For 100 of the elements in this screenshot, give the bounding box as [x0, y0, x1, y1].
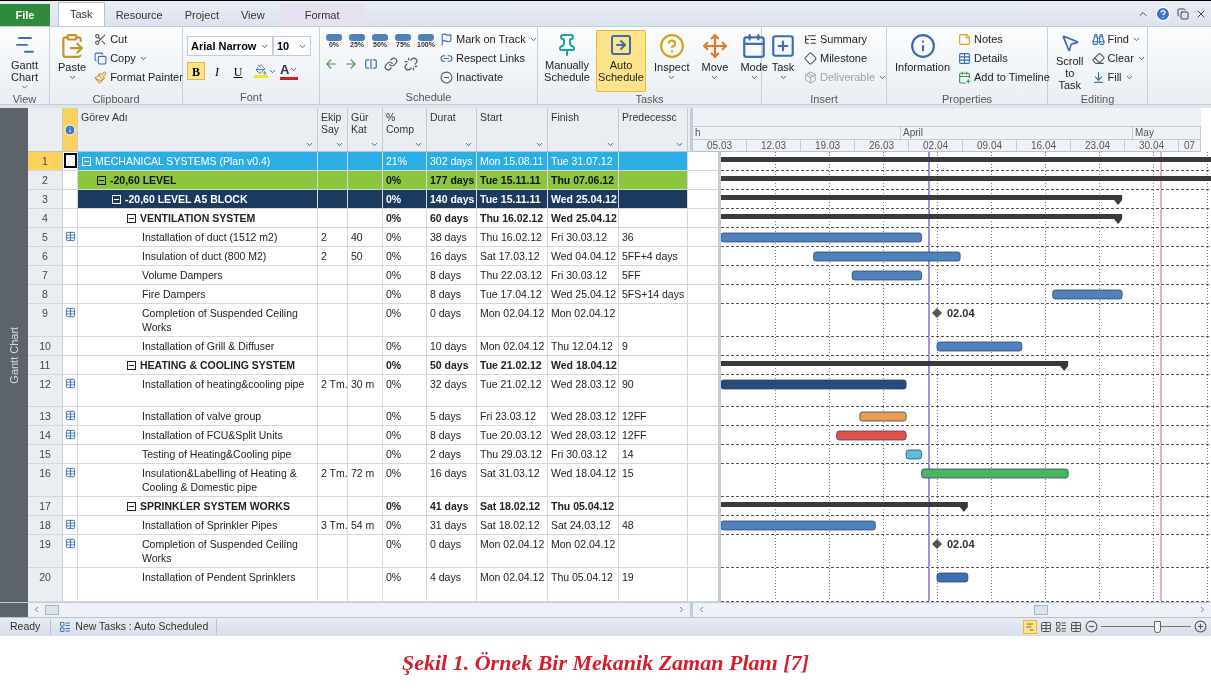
new-tasks-mode-button[interactable]: New Tasks : Auto Scheduled: [51, 618, 218, 635]
table-cell-text: 48: [622, 518, 635, 532]
scroll-to-task-button[interactable]: Scroll to Task: [1052, 30, 1088, 93]
table-cell-text: 0%: [386, 268, 403, 282]
column-header[interactable]: Finish: [548, 108, 619, 151]
schedule-mode-button[interactable]: Manually Schedule: [542, 30, 592, 93]
mode-button[interactable]: Mode: [736, 30, 772, 93]
ribbon-tab[interactable]: Task: [58, 2, 105, 27]
row-number[interactable]: 10: [28, 337, 63, 355]
ribbon-tab[interactable]: Project: [173, 4, 230, 27]
find-button[interactable]: Find: [1091, 30, 1146, 50]
paste-button[interactable]: Paste: [54, 30, 91, 93]
text-style-button[interactable]: B: [187, 62, 205, 81]
font-size-dropdown[interactable]: 10: [273, 36, 311, 57]
table-cell: Wed 28.03.12: [551, 377, 615, 391]
week-label: 07: [1179, 140, 1201, 151]
table-cell-text: 40: [351, 230, 364, 244]
inactivate-button[interactable]: Inactivate: [440, 68, 538, 88]
font-family-dropdown[interactable]: Arial Narrow: [187, 36, 273, 57]
fill-button[interactable]: Fill: [1091, 68, 1146, 88]
table-cell-text: 0%: [386, 428, 403, 442]
insert-item-button[interactable]: Summary: [804, 30, 888, 50]
table-cell-text: 10 days: [430, 339, 468, 353]
view-side-tab[interactable]: Gantt Chart: [5, 326, 23, 384]
table-cell-text: 50 days: [430, 358, 470, 372]
details-button[interactable]: Details: [958, 49, 1050, 69]
mark-on-track-button[interactable]: Mark on Track: [440, 30, 538, 50]
font-color-button[interactable]: A: [280, 62, 299, 80]
table-cell: Wed 04.04.12: [551, 249, 615, 263]
table-cell: 140 days: [430, 192, 473, 206]
task-name: Installation of valve group: [142, 409, 262, 423]
row-number[interactable]: 8: [28, 285, 63, 303]
table-cell: Wed 25.04.12: [551, 211, 615, 225]
row-number[interactable]: 6: [28, 247, 63, 265]
cut-button[interactable]: Cut: [94, 30, 183, 50]
row-number[interactable]: 9: [28, 304, 63, 336]
table-cell-text: 30 m: [351, 377, 376, 391]
week-label: 16.04: [1017, 140, 1071, 151]
copy-button[interactable]: Copy: [94, 49, 183, 69]
row-number[interactable]: 20: [28, 568, 63, 601]
task-name: Completion of Suspended Ceiling Works: [142, 306, 299, 334]
column-header[interactable]: Gür Kat: [348, 108, 383, 151]
task-name: Insulation&Labelling of Heating & Cooling & Domestic pipe: [142, 466, 298, 494]
respect-links-button[interactable]: Respect Links: [440, 49, 538, 69]
table-cell-text: 0%: [386, 249, 403, 263]
row-number[interactable]: 18: [28, 516, 63, 534]
row-number[interactable]: 19: [28, 535, 63, 567]
schedule-mode-button[interactable]: Auto Schedule: [596, 30, 646, 93]
column-header[interactable]: Görev Adı: [78, 108, 318, 151]
task-name: Completion of Suspended Ceiling Works: [142, 537, 299, 565]
row-number[interactable]: 17: [28, 497, 63, 515]
column-header[interactable]: Predecessc: [619, 108, 688, 151]
table-cell-text: 0 days: [430, 306, 462, 320]
notes-button[interactable]: Notes: [958, 30, 1050, 50]
row-number[interactable]: 4: [28, 209, 63, 227]
row-number[interactable]: 1: [28, 152, 63, 170]
ribbon-tab[interactable]: Resource: [104, 4, 174, 27]
row-number[interactable]: 13: [28, 407, 63, 425]
gantt-chart-button[interactable]: Gantt Chart: [4, 30, 45, 93]
move-button[interactable]: Move: [697, 30, 733, 93]
table-cell-text: Tue 20.03.12: [480, 428, 543, 442]
row-number[interactable]: 15: [28, 445, 63, 463]
ribbon-tab[interactable]: File: [0, 4, 50, 27]
month-label: h: [693, 127, 901, 139]
table-cell-text: 0%: [386, 230, 403, 244]
row-number[interactable]: 12: [28, 375, 63, 406]
ribbon-tab[interactable]: View: [229, 4, 276, 27]
group-label: Clipboard: [91, 92, 141, 107]
column-header[interactable]: Start: [477, 108, 548, 151]
table-cell-text: 0%: [386, 518, 403, 532]
row-number[interactable]: 2: [28, 171, 63, 189]
table-cell-text: Tue 21.02.12: [480, 377, 543, 391]
information-button[interactable]: Information: [891, 30, 955, 93]
row-number[interactable]: 7: [28, 266, 63, 284]
table-cell-text: 12FF: [622, 409, 648, 423]
text-style-button[interactable]: U: [229, 62, 247, 81]
row-number[interactable]: 5: [28, 228, 63, 246]
row-number[interactable]: 3: [28, 190, 63, 208]
column-header[interactable]: Durat: [427, 108, 477, 151]
ribbon-tab[interactable]: Format: [279, 4, 365, 27]
table-cell-text: 50: [351, 249, 364, 263]
table-cell: Thu 07.06.12: [551, 173, 615, 187]
table-cell: Mon 02.04.12: [480, 570, 544, 584]
task-name: -20,60 LEVEL: [110, 173, 177, 187]
row-number[interactable]: 14: [28, 426, 63, 444]
format-painter-button[interactable]: Format Painter: [94, 68, 183, 88]
add-to-timeline-button[interactable]: Add to Timeline: [958, 68, 1050, 88]
insert-item-button[interactable]: Milestone: [804, 49, 888, 69]
row-number[interactable]: 11: [28, 356, 63, 374]
text-style-button[interactable]: I: [208, 62, 226, 81]
inspect-button[interactable]: Inspect: [650, 30, 694, 93]
table-cell: Mon 02.04.12: [551, 537, 615, 551]
table-cell-text: Fri 23.03.12: [480, 409, 538, 423]
week-label: 09.04: [963, 140, 1017, 151]
column-header[interactable]: % Comp: [383, 108, 427, 151]
row-number[interactable]: 16: [28, 464, 63, 496]
clear-button[interactable]: Clear: [1091, 49, 1146, 69]
column-header[interactable]: Ekip Say: [318, 108, 348, 151]
table-cell: Mon 15.08.11: [480, 154, 544, 168]
table-cell-text: 0%: [386, 537, 403, 551]
